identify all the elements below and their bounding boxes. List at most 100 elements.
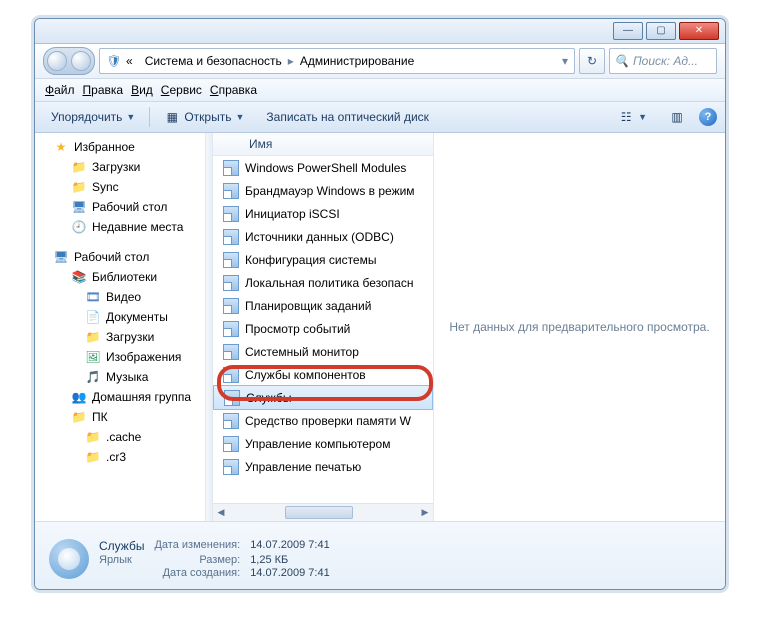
refresh-button[interactable]: ↻	[579, 48, 605, 74]
maximize-button[interactable]: ▢	[646, 22, 676, 40]
file-list[interactable]: Windows PowerShell Modules Брандмауэр Win…	[213, 156, 433, 503]
details-pane: Службы Дата изменения: 14.07.2009 7:41 Я…	[35, 521, 725, 590]
list-item-label: Конфигурация системы	[245, 253, 376, 267]
view-icon: ☷	[618, 109, 634, 125]
help-button[interactable]: ?	[699, 108, 717, 126]
list-item[interactable]: Windows PowerShell Modules	[213, 156, 433, 179]
value-size: 1,25 КБ	[250, 554, 330, 566]
homegroup-icon: 👥	[71, 389, 87, 405]
list-item-label: Планировщик заданий	[245, 299, 371, 313]
scroll-thumb[interactable]	[285, 506, 353, 519]
content-area: ★Избранное 📁Загрузки 📁Sync 🖥Рабочий стол…	[35, 133, 725, 521]
list-item[interactable]: Конфигурация системы	[213, 248, 433, 271]
nav-documents[interactable]: 📄Документы	[35, 307, 205, 327]
horizontal-scrollbar[interactable]: ◀ ▶	[213, 503, 433, 521]
list-item[interactable]: Источники данных (ODBC)	[213, 225, 433, 248]
scroll-right-icon[interactable]: ▶	[417, 505, 433, 520]
recent-icon: 🕘	[71, 219, 87, 235]
close-button[interactable]: ✕	[679, 22, 719, 40]
shortcut-icon	[223, 275, 239, 291]
nav-video[interactable]: 🎞Видео	[35, 287, 205, 307]
label-created: Дата создания:	[154, 567, 240, 579]
list-item-label: Просмотр событий	[245, 322, 350, 336]
list-item-label: Брандмауэр Windows в режим	[245, 184, 415, 198]
preview-pane: Нет данных для предварительного просмотр…	[434, 133, 725, 521]
shortcut-icon	[223, 252, 239, 268]
menu-help[interactable]: Справка	[210, 83, 257, 98]
view-mode-button[interactable]: ☷▼	[610, 106, 655, 128]
nav-pictures[interactable]: 🖼Изображения	[35, 347, 205, 367]
shortcut-icon	[223, 160, 239, 176]
organize-button[interactable]: Упорядочить▼	[43, 107, 143, 127]
shortcut-icon	[223, 344, 239, 360]
shortcut-icon	[223, 229, 239, 245]
file-list-pane: Имя Windows PowerShell Modules Брандмауэр…	[213, 133, 434, 521]
nav-cache[interactable]: 📁.cache	[35, 427, 205, 447]
label-size: Размер:	[154, 554, 240, 566]
list-item-label: Источники данных (ODBC)	[245, 230, 394, 244]
shortcut-icon	[223, 436, 239, 452]
nav-music[interactable]: 🎵Музыка	[35, 367, 205, 387]
list-item[interactable]: Планировщик заданий	[213, 294, 433, 317]
list-item[interactable]: Инициатор iSCSI	[213, 202, 433, 225]
folder-icon: 📁	[85, 329, 101, 345]
value-created: 14.07.2009 7:41	[250, 567, 330, 579]
menu-file[interactable]: Файл	[45, 83, 75, 98]
search-icon: 🔍	[614, 54, 629, 68]
list-item[interactable]: Управление печатью	[213, 455, 433, 478]
navigation-bar: 🛡« Система и безопасность ▸ Администриро…	[35, 44, 725, 79]
splitter[interactable]	[206, 133, 213, 521]
list-item[interactable]: Локальная политика безопасн	[213, 271, 433, 294]
explorer-window: — ▢ ✕ 🛡« Система и безопасность ▸ Админи…	[34, 18, 726, 590]
burn-button[interactable]: Записать на оптический диск	[258, 107, 437, 127]
menu-view[interactable]: Вид	[131, 83, 153, 98]
shortcut-icon	[223, 298, 239, 314]
nav-desktop[interactable]: 🖥Рабочий стол	[35, 247, 205, 267]
list-item[interactable]: Службы	[213, 385, 433, 410]
nav-favorites[interactable]: ★Избранное	[35, 137, 205, 157]
list-item[interactable]: Брандмауэр Windows в режим	[213, 179, 433, 202]
nav-libraries[interactable]: 📚Библиотеки	[35, 267, 205, 287]
breadcrumb-seg2[interactable]: Администрирование	[294, 49, 420, 73]
menu-edit[interactable]: Правка	[83, 83, 124, 98]
scroll-track[interactable]	[229, 505, 417, 520]
navigation-pane[interactable]: ★Избранное 📁Загрузки 📁Sync 🖥Рабочий стол…	[35, 133, 206, 521]
chevron-down-icon[interactable]: ▾	[556, 54, 574, 68]
list-item-label: Windows PowerShell Modules	[245, 161, 406, 175]
scroll-left-icon[interactable]: ◀	[213, 505, 229, 520]
shortcut-icon	[223, 321, 239, 337]
separator	[149, 107, 150, 127]
column-header-name[interactable]: Имя	[213, 133, 433, 156]
nav-sync[interactable]: 📁Sync	[35, 177, 205, 197]
preview-pane-button[interactable]: ▥	[661, 106, 693, 128]
nav-recent[interactable]: 🕘Недавние места	[35, 217, 205, 237]
shield-icon: 🛡	[106, 53, 122, 69]
nav-homegroup[interactable]: 👥Домашняя группа	[35, 387, 205, 407]
list-item[interactable]: Системный монитор	[213, 340, 433, 363]
open-button[interactable]: ▦Открыть▼	[156, 106, 252, 128]
nav-cr3[interactable]: 📁.cr3	[35, 447, 205, 467]
title-bar[interactable]: — ▢ ✕	[35, 19, 725, 44]
image-icon: 🖼	[85, 349, 101, 365]
list-item-label: Службы компонентов	[245, 368, 366, 382]
breadcrumb-seg1[interactable]: Система и безопасность	[139, 49, 288, 73]
gear-icon	[49, 539, 89, 579]
folder-icon: 📁	[85, 449, 101, 465]
list-item[interactable]: Просмотр событий	[213, 317, 433, 340]
nav-downloads[interactable]: 📁Загрузки	[35, 157, 205, 177]
nav-desktop-fav[interactable]: 🖥Рабочий стол	[35, 197, 205, 217]
search-input[interactable]: 🔍 Поиск: Ад...	[609, 48, 717, 74]
nav-pc[interactable]: 📁ПК	[35, 407, 205, 427]
list-item-label: Службы	[246, 391, 291, 405]
library-icon: 📚	[71, 269, 87, 285]
list-item[interactable]: Средство проверки памяти W	[213, 409, 433, 432]
breadcrumb[interactable]: 🛡« Система и безопасность ▸ Администриро…	[99, 48, 575, 74]
toolbar: Упорядочить▼ ▦Открыть▼ Записать на оптич…	[35, 102, 725, 133]
pane-icon: ▥	[669, 109, 685, 125]
menu-tools[interactable]: Сервис	[161, 83, 202, 98]
list-item[interactable]: Управление компьютером	[213, 432, 433, 455]
minimize-button[interactable]: —	[613, 22, 643, 40]
back-forward-buttons[interactable]	[43, 47, 95, 75]
list-item[interactable]: Службы компонентов	[213, 363, 433, 386]
nav-lib-downloads[interactable]: 📁Загрузки	[35, 327, 205, 347]
